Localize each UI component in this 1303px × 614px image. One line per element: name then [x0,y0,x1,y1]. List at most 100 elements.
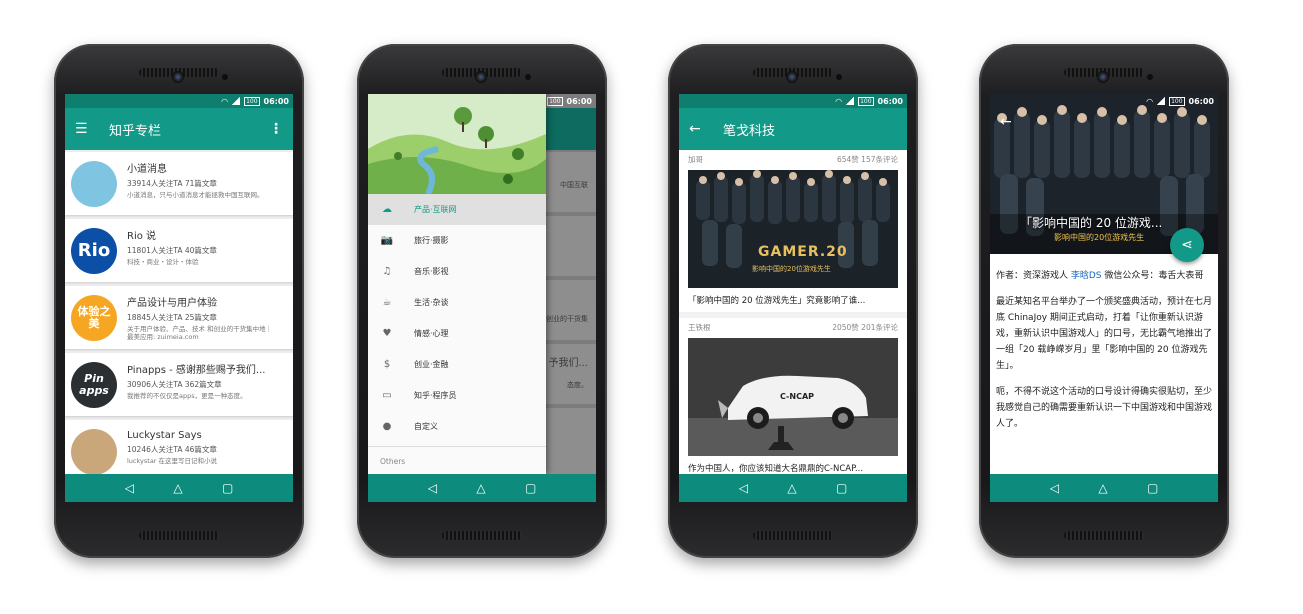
cloud-icon: ☁ [382,204,392,215]
article-stats: 654赞 157条评论 [836,155,898,164]
article-image: GAMER.20 影响中国的20位游戏先生 [688,170,898,288]
column-stats: 33914人关注TA 71篇文章 [127,179,217,188]
column-card[interactable]: Rio Rio 说 11801人关注TA 40篇文章 科技・商业・设计・体验 [65,219,293,282]
coffee-icon: ☕ [382,297,392,308]
phone-3: ◠ 100 06:00 ← 笔戈科技 加哥 654赞 157条评论 GAMER.… [668,44,918,558]
showcase: ◠ 100 06:00 ☰ 知乎专栏 ⋮ 小道消息 33914人关注TA 71篇文… [0,0,1303,614]
article-card[interactable]: 王铁根 2050赞 201条评论 C-NCAP 作为中国人，你应该知道大名鼎鼎的… [679,318,907,480]
drawer-item[interactable]: $ 创业·金融 [368,349,546,380]
camera-icon: 📷 [380,235,394,246]
sensor [1147,74,1153,80]
recent-apps-icon[interactable]: ▢ [836,481,847,495]
wifi-icon: ◠ [221,96,229,106]
column-description: 关于用户体验、产品、技术 和创业的干货集中地｜最美应用: zuimeia.com [127,325,273,341]
back-icon[interactable]: ◁ [428,481,437,495]
app-bar: ☰ 知乎专栏 ⋮ [65,108,293,150]
drawer-menu: ☁ 产品·互联网 📷 旅行·摄影 ♫ 音乐·影视 ☕ 生活·杂谈 ♥ 情感·心理 $ 创业·金融 ▭ 知乎… [368,194,546,442]
drawer-item[interactable]: ● 自定义 [368,411,546,442]
phone-1: ◠ 100 06:00 ☰ 知乎专栏 ⋮ 小道消息 33914人关注TA 71篇文… [54,44,304,558]
home-icon[interactable]: △ [173,481,182,495]
byline: 作者：资深游戏人 李晗DS 微信公众号：毒舌大表哥 [996,268,1212,284]
article-title: 「影响中国的 20 位游戏先生」究竟影响了谁... [688,296,866,306]
back-arrow-icon[interactable]: ← [1000,114,1012,130]
column-stats: 30906人关注TA 362篇文章 [127,380,222,389]
heart-icon: ♥ [382,328,392,339]
battery-icon: 100 [1169,96,1185,106]
column-info: 小道消息 33914人关注TA 71篇文章 小道消息，只与小道消息才能拯救中国互联网… [127,160,277,207]
column-name: Luckystar Says [127,430,202,441]
article-feed: 加哥 654赞 157条评论 GAMER.20 影响中国的20位游戏先生 「影响… [679,150,907,488]
front-camera [786,71,798,83]
share-button[interactable]: ⋖ [1170,228,1204,262]
column-description: luckystar 在这里写日记和小说 [127,457,218,465]
navigation-drawer: ☁ 产品·互联网 📷 旅行·摄影 ♫ 音乐·影视 ☕ 生活·杂谈 ♥ 情感·心理 $ 创业·金融 ▭ 知乎… [368,94,546,474]
back-icon[interactable]: ◁ [1050,481,1059,495]
author-name: 加哥 [688,155,703,164]
drawer-item[interactable]: ♥ 情感·心理 [368,318,546,349]
column-card[interactable]: 体验之美 产品设计与用户体验 18845人关注TA 25篇文章 关于用户体验、产品、技… [65,286,293,349]
battery-icon: 100 [547,96,563,106]
speaker-grille [139,531,219,540]
drawer-item[interactable]: ▭ 知乎·程序员 [368,380,546,411]
app-bar: ← 笔戈科技 [679,108,907,150]
wifi-icon: ◠ [835,96,843,106]
author-link[interactable]: 李晗DS [1071,271,1102,281]
signal-icon [1157,97,1166,105]
column-card[interactable]: 小道消息 33914人关注TA 71篇文章 小道消息，只与小道消息才能拯救中国互联网… [65,152,293,215]
column-info: Rio 说 11801人关注TA 40篇文章 科技・商业・设计・体验 [127,227,277,274]
drawer-item[interactable]: ☁ 产品·互联网 [368,194,546,225]
column-avatar: Pin apps [71,361,117,408]
page-title: 笔戈科技 [723,123,776,139]
drawer-item[interactable]: 📷 旅行·摄影 [368,225,546,256]
speaker-grille [1064,531,1144,540]
column-description: 我推荐的不仅仅是apps，更是一种态度。 [127,392,247,400]
article-body: 作者：资深游戏人 李晗DS 微信公众号：毒舌大表哥 最近某知名平台举办了一个颁奖… [990,254,1218,472]
article-image: C-NCAP [688,338,898,456]
home-icon[interactable]: △ [476,481,485,495]
hero-title: 「影响中国的 20 位游戏... [1020,216,1163,230]
drawer-item-label: 音乐·影视 [414,267,449,276]
music-library-icon: ♫ [382,266,392,277]
phone-2: 中国互联 和创业的干货集 予我们... 态度。 ◠ 100 06:00 [357,44,607,558]
status-bar: ◠ 100 06:00 [990,94,1218,108]
column-description: 科技・商业・设计・体验 [127,258,199,266]
battery-icon: 100 [244,96,260,106]
back-icon[interactable]: ◁ [125,481,134,495]
status-bar: ◠ 100 06:00 [65,94,293,108]
home-icon[interactable]: △ [787,481,796,495]
drawer-item-label: 自定义 [414,422,438,431]
article-card[interactable]: 加哥 654赞 157条评论 GAMER.20 影响中国的20位游戏先生 「影响… [679,150,907,312]
drawer-item-label: 知乎·程序员 [414,391,457,400]
column-info: 产品设计与用户体验 18845人关注TA 25篇文章 关于用户体验、产品、技术 和创… [127,294,277,341]
overflow-menu-icon[interactable]: ⋮ [269,121,283,137]
back-arrow-icon[interactable]: ← [689,121,709,137]
drawer-item-label: 情感·心理 [414,329,449,338]
home-icon[interactable]: △ [1098,481,1107,495]
column-avatar: Rio [71,227,117,274]
speaker-grille [753,531,833,540]
drawer-item-label: 产品·互联网 [414,205,457,214]
menu-icon[interactable]: ☰ [75,121,95,137]
recent-apps-icon[interactable]: ▢ [222,481,233,495]
hero-subtitle: 影响中国的20位游戏先生 [1054,233,1145,242]
drawer-item[interactable]: ♫ 音乐·影视 [368,256,546,287]
recent-apps-icon[interactable]: ▢ [525,481,536,495]
status-time: 06:00 [566,96,592,106]
article-title: 作为中国人，你应该知道大名鼎鼎的C-NCAP... [688,464,864,474]
screen-column-list: ◠ 100 06:00 ☰ 知乎专栏 ⋮ 小道消息 33914人关注TA 71篇文… [65,94,293,502]
status-time: 06:00 [263,96,289,106]
column-card[interactable]: Pin apps Pinapps - 感谢那些赐予我们... 30906人关注TA … [65,353,293,416]
drawer-item-label: 创业·金融 [414,360,449,369]
list-item-title: 予我们... [548,358,588,369]
column-avatar [71,428,117,475]
column-info: Pinapps - 感谢那些赐予我们... 30906人关注TA 362篇文章 我推… [127,361,277,408]
drawer-header-illustration [368,94,546,194]
byline-author-label: 作者：资深游戏人 [996,271,1071,281]
back-icon[interactable]: ◁ [739,481,748,495]
list-item-desc: 和创业的干货集 [539,315,588,323]
sensor [525,74,531,80]
drawer-item[interactable]: ☕ 生活·杂谈 [368,287,546,318]
screen-drawer: 中国互联 和创业的干货集 予我们... 态度。 ◠ 100 06:00 [368,94,596,502]
recent-apps-icon[interactable]: ▢ [1147,481,1158,495]
column-avatar [71,160,117,207]
